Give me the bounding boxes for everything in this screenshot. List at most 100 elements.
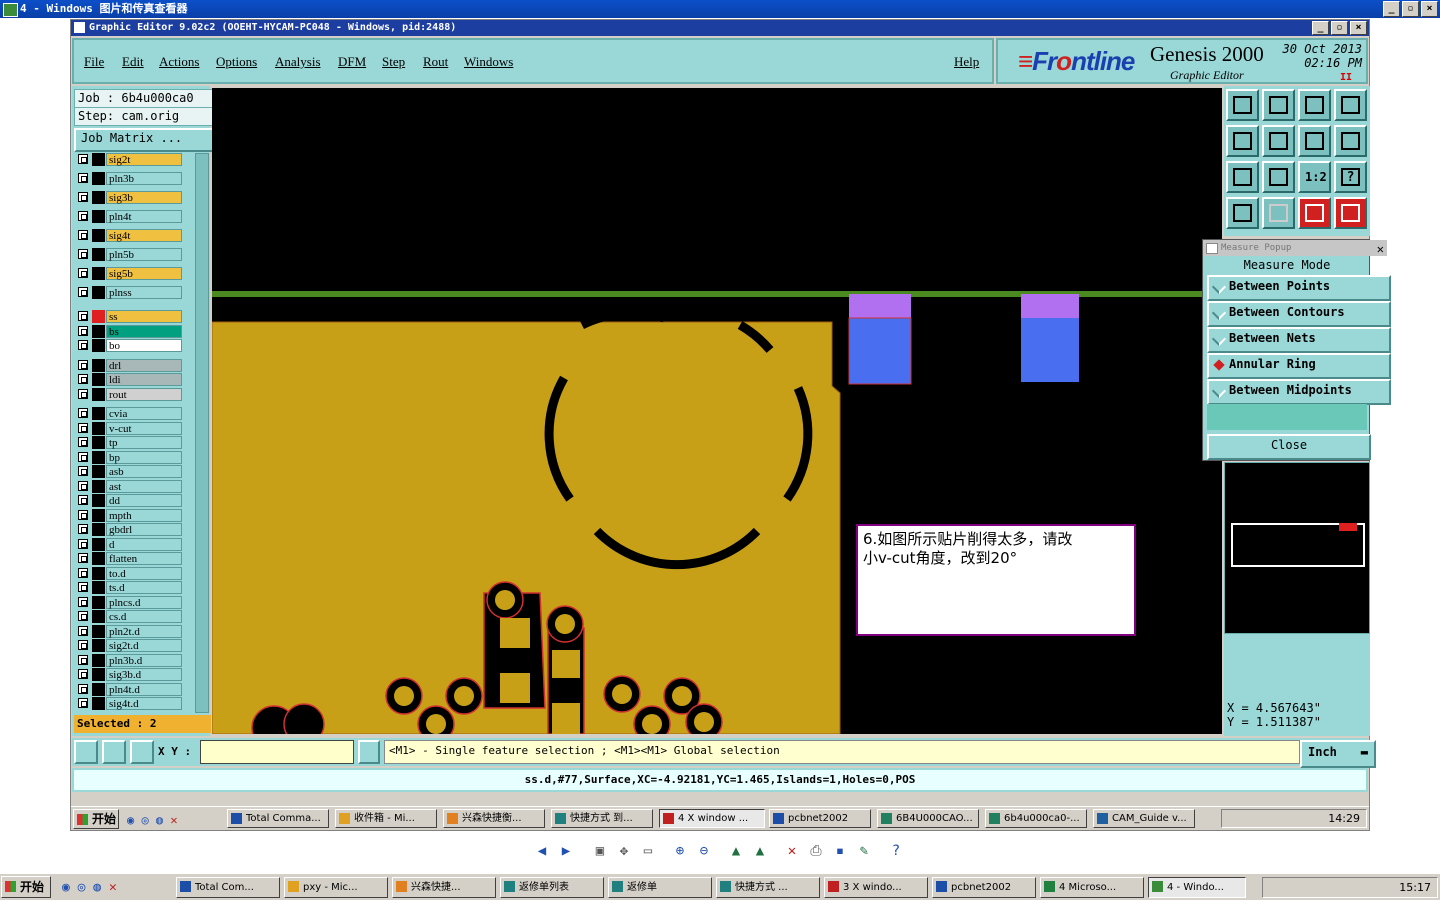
layer-name[interactable]: pln4t.d bbox=[106, 682, 182, 696]
layer-row[interactable]: pln3b bbox=[76, 172, 184, 185]
layer-name[interactable]: mpth bbox=[106, 508, 182, 522]
layer-name[interactable]: plncs.d bbox=[106, 595, 182, 609]
layer-checkbox[interactable] bbox=[78, 437, 88, 447]
option-between-midpoints[interactable]: Between Midpoints bbox=[1207, 379, 1391, 405]
layer-row[interactable]: sig4t bbox=[76, 229, 184, 242]
layer-name[interactable]: dd bbox=[106, 494, 182, 507]
layer-name[interactable]: pln5b bbox=[106, 248, 182, 261]
taskbar-item[interactable]: Total Com... bbox=[176, 877, 280, 898]
layer-row[interactable]: cvia bbox=[76, 407, 184, 420]
layer-checkbox[interactable] bbox=[78, 374, 88, 384]
layer-checkbox[interactable] bbox=[78, 596, 88, 607]
taskbar-item[interactable]: 6B4U000CAO... bbox=[877, 809, 979, 828]
layer-name[interactable]: plnss bbox=[106, 286, 182, 299]
zoom-home-icon[interactable] bbox=[1226, 89, 1259, 121]
layer-name[interactable]: asb bbox=[106, 465, 182, 478]
slideshow-icon[interactable]: ▭ bbox=[640, 843, 656, 859]
option-between-nets[interactable]: Between Nets bbox=[1207, 327, 1391, 353]
layer-name[interactable]: bo bbox=[106, 339, 182, 352]
layer-name[interactable]: cs.d bbox=[106, 610, 182, 623]
layer-row[interactable]: sig5b bbox=[76, 267, 184, 280]
layer-row[interactable]: ast bbox=[76, 479, 184, 493]
layer-checkbox[interactable] bbox=[78, 553, 88, 563]
layer-checkbox[interactable] bbox=[78, 611, 88, 621]
minimize-button[interactable]: _ bbox=[1383, 1, 1400, 17]
app-maximize-button[interactable]: ▫ bbox=[1331, 21, 1348, 35]
layer-row[interactable]: cs.d bbox=[76, 610, 184, 623]
layer-checkbox[interactable] bbox=[78, 388, 88, 399]
layer-row[interactable]: ss bbox=[76, 310, 184, 323]
taskbar-item-active[interactable]: 4 - Windo... bbox=[1148, 877, 1246, 898]
actual-size-icon[interactable]: ✥ bbox=[616, 843, 632, 859]
snap-icon[interactable] bbox=[1334, 125, 1367, 157]
layer-name[interactable]: sig5b bbox=[106, 267, 182, 280]
layer-checkbox[interactable] bbox=[78, 466, 88, 476]
layer-name[interactable]: pln4t bbox=[106, 210, 182, 223]
layer-name[interactable]: ldi bbox=[106, 373, 182, 386]
xy-input[interactable] bbox=[200, 740, 354, 764]
layer-row[interactable]: asb bbox=[76, 465, 184, 478]
close-icon[interactable]: ✕ bbox=[1377, 241, 1384, 257]
layer-checkbox[interactable] bbox=[78, 325, 88, 336]
layer-checkbox[interactable] bbox=[78, 230, 88, 240]
layer-checkbox[interactable] bbox=[78, 698, 88, 708]
best-fit-icon[interactable]: ▣ bbox=[592, 843, 608, 859]
next-icon[interactable]: ▶ bbox=[558, 843, 574, 859]
menu-windows[interactable]: Windows bbox=[464, 54, 513, 70]
menu-actions[interactable]: Actions bbox=[159, 54, 199, 70]
layer-checkbox[interactable] bbox=[78, 582, 88, 592]
layer-checkbox[interactable] bbox=[78, 567, 88, 578]
layer-checkbox[interactable] bbox=[78, 359, 88, 370]
menu-options[interactable]: Options bbox=[216, 54, 257, 70]
layout-icon[interactable] bbox=[1334, 89, 1367, 121]
taskbar-item[interactable]: 返修单 bbox=[608, 877, 712, 898]
edit-icon[interactable]: ✎ bbox=[856, 843, 872, 859]
close-button[interactable]: Close bbox=[1207, 434, 1371, 460]
layer-row[interactable]: pln4t bbox=[76, 210, 184, 223]
layer-row[interactable]: to.d bbox=[76, 566, 184, 580]
layer-name[interactable]: pln3b bbox=[106, 172, 182, 185]
layer-name[interactable]: sig3b.d bbox=[106, 668, 182, 681]
taskbar-item[interactable]: 4 Microso... bbox=[1040, 877, 1144, 898]
taskbar-item[interactable]: pcbnet2002 bbox=[932, 877, 1036, 898]
layer-name[interactable]: sig2t.d bbox=[106, 639, 182, 652]
layer-row[interactable]: v-cut bbox=[76, 421, 184, 435]
taskbar-item[interactable]: 6b4u000ca0-... bbox=[985, 809, 1087, 828]
layer-row[interactable]: drl bbox=[76, 358, 184, 372]
taskbar-item[interactable]: 快捷方式 到... bbox=[551, 809, 653, 828]
layer-name[interactable]: bs bbox=[106, 324, 182, 338]
layer-row[interactable]: sig3b bbox=[76, 191, 184, 204]
layer-checkbox[interactable] bbox=[78, 480, 88, 491]
previous-icon[interactable]: ◀ bbox=[534, 843, 550, 859]
layer-checkbox[interactable] bbox=[78, 509, 88, 520]
app-minimize-button[interactable]: _ bbox=[1312, 21, 1329, 35]
layer-row[interactable]: pln5b bbox=[76, 248, 184, 261]
layer-checkbox[interactable] bbox=[78, 524, 88, 534]
layer-row[interactable]: flatten bbox=[76, 552, 184, 565]
layer-row[interactable]: sig4t.d bbox=[76, 697, 184, 710]
save-icon[interactable]: ▪ bbox=[832, 843, 848, 859]
menu-step[interactable]: Step bbox=[382, 54, 405, 70]
taskbar-item[interactable]: 快捷方式 ... bbox=[716, 877, 820, 898]
layer-name[interactable]: to.d bbox=[106, 566, 182, 580]
maximize-button[interactable]: ▫ bbox=[1402, 1, 1419, 17]
taskbar-item[interactable]: pxy - Mic... bbox=[284, 877, 388, 898]
layer-checkbox[interactable] bbox=[78, 211, 88, 221]
option-annular-ring[interactable]: Annular Ring bbox=[1207, 353, 1391, 379]
layer-checkbox[interactable] bbox=[78, 654, 88, 665]
close-button[interactable]: × bbox=[1421, 1, 1438, 17]
taskbar-item[interactable]: 兴森快捷衡... bbox=[443, 809, 545, 828]
layer-row[interactable]: plnss bbox=[76, 286, 184, 299]
grid-icon[interactable] bbox=[1262, 197, 1295, 229]
layer-row[interactable]: sig2t bbox=[76, 153, 184, 166]
taskbar-item-active[interactable]: 4 X window ... bbox=[659, 809, 765, 828]
taskbar-item[interactable]: Total Comma... bbox=[227, 809, 329, 828]
zoom-out-icon[interactable]: ⊖ bbox=[696, 843, 712, 859]
menu-rout[interactable]: Rout bbox=[423, 54, 448, 70]
option-between-points[interactable]: Between Points bbox=[1207, 275, 1391, 301]
layer-checkbox[interactable] bbox=[78, 640, 88, 650]
menu-file[interactable]: File bbox=[84, 54, 104, 70]
help-icon[interactable]: ? bbox=[1334, 161, 1367, 193]
zoom-in-icon[interactable]: ⊕ bbox=[672, 843, 688, 859]
center-icon[interactable] bbox=[1262, 161, 1295, 193]
